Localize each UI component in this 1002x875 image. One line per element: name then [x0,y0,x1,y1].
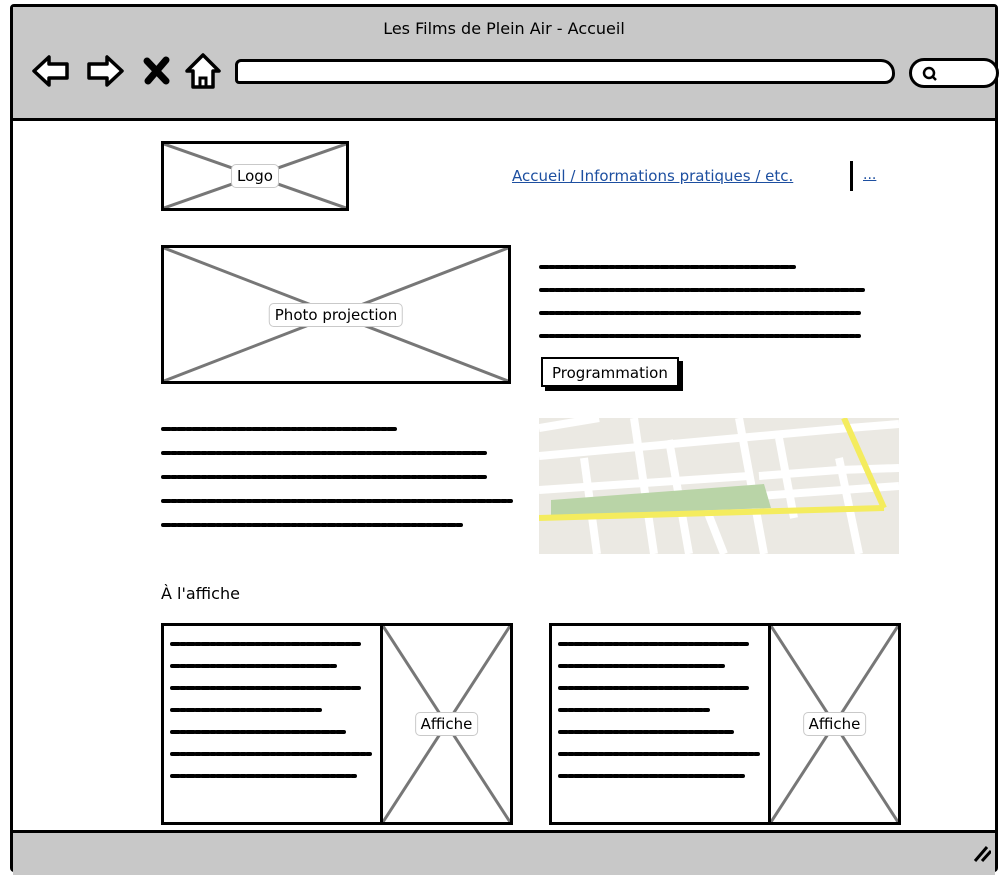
forward-arrow-icon[interactable] [85,51,125,91]
resize-grip-icon[interactable] [969,841,991,863]
poster-label: Affiche [414,712,479,736]
poster-placeholder: Affiche [380,626,510,822]
film-card[interactable]: Affiche [161,623,513,825]
main-nav-links[interactable]: Accueil / Informations pratiques / etc. [512,167,793,185]
back-arrow-icon[interactable] [31,51,71,91]
nav-divider [850,161,853,191]
window-title: Les Films de Plein Air - Accueil [383,19,625,38]
now-showing-heading: À l'affiche [161,584,240,603]
photo-projection-placeholder: Photo projection [161,245,511,384]
poster-label: Affiche [802,712,867,736]
location-map[interactable] [539,418,899,554]
placeholder-text-block [558,642,760,778]
logo-label: Logo [231,164,279,188]
nav-more-link[interactable]: ... [863,167,876,183]
placeholder-text-block [161,427,513,527]
address-bar[interactable] [235,59,895,84]
programmation-button[interactable]: Programmation [541,357,679,387]
placeholder-text-block [539,265,866,338]
browser-window: Les Films de Plein Air - Accueil Logo Ac… [10,4,999,875]
photo-projection-label: Photo projection [268,302,404,327]
placeholder-text-block [170,642,372,778]
close-x-icon[interactable] [137,51,177,91]
film-card[interactable]: Affiche [549,623,901,825]
home-icon[interactable] [183,51,223,91]
poster-placeholder: Affiche [768,626,898,822]
browser-chrome: Les Films de Plein Air - Accueil [13,7,999,121]
search-box[interactable] [909,58,999,88]
logo-placeholder[interactable]: Logo [161,141,349,211]
search-icon [922,66,937,81]
map-graphic [539,418,899,554]
status-bar [13,830,995,875]
